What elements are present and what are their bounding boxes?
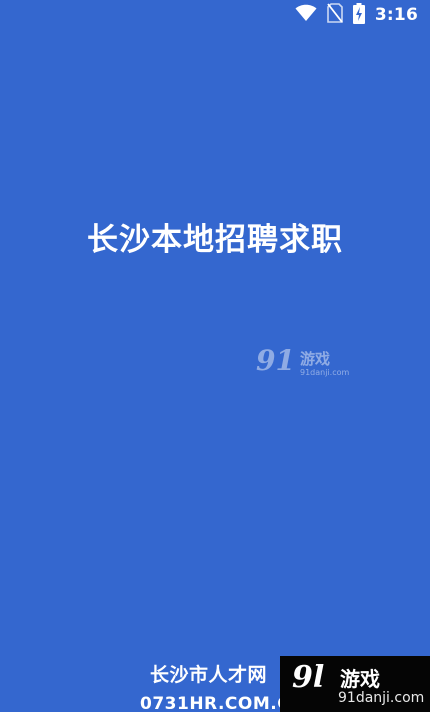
watermark-center: 91 游戏 91danji.com — [256, 344, 356, 380]
watermark-corner-text: 游戏 — [340, 667, 380, 691]
watermark-url: 91danji.com — [300, 368, 350, 377]
watermark-text: 游戏 — [300, 350, 331, 368]
watermark-corner-url: 91danji.com — [338, 690, 425, 706]
status-bar: 3:16 — [0, 0, 430, 30]
watermark-logo: 91 — [256, 344, 295, 377]
no-sim-icon — [327, 3, 343, 27]
battery-charging-icon — [352, 2, 365, 28]
splash-title: 长沙本地招聘求职 — [87, 222, 343, 258]
watermark-corner-logo: 9l — [292, 660, 325, 695]
status-icons: 3:16 — [295, 2, 418, 28]
wifi-icon — [295, 4, 317, 26]
splash-screen: 3:16 长沙本地招聘求职 91 游戏 91danji.com 长沙市人才网 0… — [0, 0, 430, 712]
watermark-corner: 9l 游戏 91danji.com — [280, 656, 430, 712]
status-time: 3:16 — [374, 5, 418, 25]
footer-site-name: 长沙市人才网 — [150, 664, 268, 686]
